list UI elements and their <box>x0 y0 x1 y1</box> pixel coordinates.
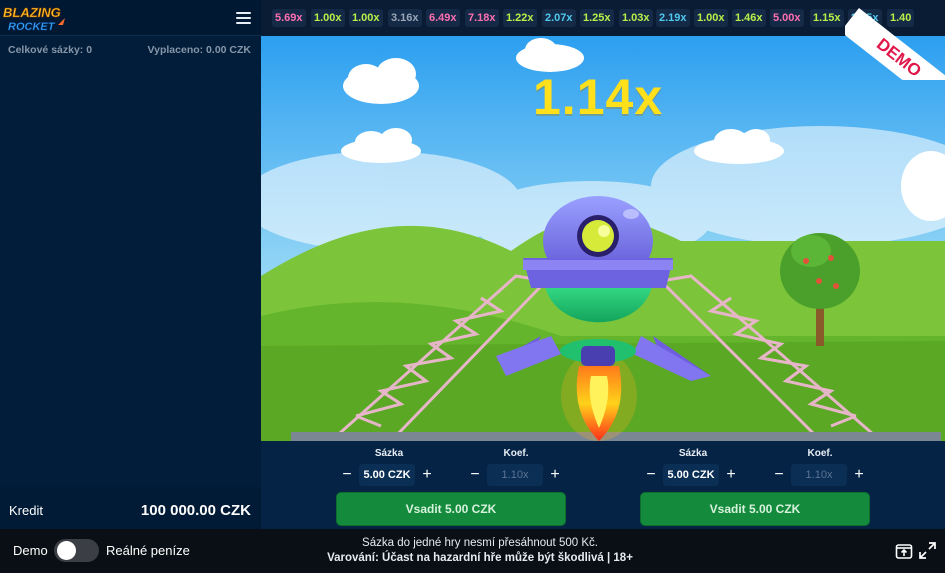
game-app: BLAZING ROCKET Celkové sázky: 0 Vyplacen… <box>0 0 945 573</box>
bottom-bar: Demo Reálné peníze Sázka do jedné hry ne… <box>0 529 945 573</box>
hamburger-menu-icon <box>233 12 253 24</box>
coef-label: Koef. <box>503 448 529 459</box>
game-canvas: 1.14x <box>261 36 945 441</box>
history-multiplier-chip: 1.15x <box>810 9 844 27</box>
decrease-coef-button[interactable]: − <box>465 464 485 486</box>
amount-label: Sázka <box>374 448 404 459</box>
bet-box-1: Sázka − 5.00 CZK + Koef. − 1.10x + Vsadi… <box>261 441 566 529</box>
blazing-rocket-logo: BLAZING ROCKET <box>3 5 65 33</box>
history-multiplier-chip: 1.00x <box>694 9 728 27</box>
place-bet-button[interactable]: Vsadit 5.00 CZK <box>336 492 566 526</box>
history-multiplier-chip: 3.16x <box>388 9 422 27</box>
decrease-coef-button[interactable]: − <box>769 464 789 486</box>
rules-book-icon <box>895 544 913 559</box>
bet-limit-notice: Sázka do jedné hry nesmí přesáhnout 500 … <box>362 537 598 549</box>
history-multiplier-chip: 7.18x <box>465 9 499 27</box>
history-multiplier-chip: 1.25x <box>580 9 614 27</box>
history-multiplier-chip: 1.22x <box>503 9 537 27</box>
real-money-label: Reálné peníze <box>106 543 190 558</box>
history-multiplier-chip: 1.03x <box>619 9 653 27</box>
place-bet-button[interactable]: Vsadit 5.00 CZK <box>640 492 870 526</box>
amount-stepper: − 5.00 CZK + <box>337 464 441 486</box>
credit-bar: Kredit 100 000.00 CZK <box>0 487 261 529</box>
svg-text:ROCKET: ROCKET <box>8 21 56 33</box>
history-multiplier-chip: 6.49x <box>426 9 460 27</box>
toggle-knob <box>57 541 76 560</box>
gambling-warning: Varování: Účast na hazardní hře může být… <box>327 552 633 564</box>
logo-bar: BLAZING ROCKET <box>0 0 261 36</box>
history-multiplier-chip: 1.00x <box>349 9 383 27</box>
amount-value[interactable]: 5.00 CZK <box>359 464 415 486</box>
coef-stepper: − 1.10x + <box>465 464 569 486</box>
amount-stepper: − 5.00 CZK + <box>641 464 745 486</box>
history-multiplier-chip: 5.00x <box>770 9 804 27</box>
paid-out-text: Vyplaceno: 0.00 CZK <box>147 44 251 56</box>
increase-coef-button[interactable]: + <box>849 464 869 486</box>
coef-value[interactable]: 1.10x <box>487 464 543 486</box>
fullscreen-button[interactable] <box>919 542 936 559</box>
bet-stats: Celkové sázky: 0 Vyplaceno: 0.00 CZK <box>0 36 261 62</box>
credit-value: 100 000.00 CZK <box>140 502 251 519</box>
history-multiplier-chip: 2.07x <box>542 9 576 27</box>
menu-button[interactable] <box>233 9 253 27</box>
increase-amount-button[interactable]: + <box>417 464 437 486</box>
coef-stepper: − 1.10x + <box>769 464 873 486</box>
multiplier-history: 5.69x 1.00x 1.00x 3.16x 6.49x 7.18x 1.22x 2.07x… <box>261 0 945 36</box>
demo-real-toggle[interactable] <box>54 539 99 562</box>
demo-mode-label: Demo <box>13 543 48 558</box>
demo-ribbon: DEMO <box>845 0 945 80</box>
bet-box-2: Sázka − 5.00 CZK + Koef. − 1.10x + Vsadi… <box>565 441 870 529</box>
amount-label: Sázka <box>678 448 708 459</box>
svg-text:BLAZING: BLAZING <box>3 5 61 20</box>
total-bets-text: Celkové sázky: 0 <box>8 44 93 56</box>
current-multiplier: 1.14x <box>533 69 664 125</box>
demo-ribbon-text: DEMO <box>872 34 925 80</box>
fullscreen-expand-icon <box>919 542 936 559</box>
credit-label: Kredit <box>9 503 43 518</box>
history-multiplier-chip: 1.00x <box>311 9 345 27</box>
responsible-gaming-notice: Sázka do jedné hry nesmí přesáhnout 500 … <box>310 536 650 566</box>
left-panel: BLAZING ROCKET Celkové sázky: 0 Vyplacen… <box>0 0 261 529</box>
rules-button[interactable] <box>895 542 913 560</box>
history-multiplier-chip: 5.69x <box>272 9 306 27</box>
increase-coef-button[interactable]: + <box>545 464 565 486</box>
coef-value[interactable]: 1.10x <box>791 464 847 486</box>
decrease-amount-button[interactable]: − <box>337 464 357 486</box>
bet-panel: Sázka − 5.00 CZK + Koef. − 1.10x + Vsadi… <box>261 441 945 529</box>
amount-value[interactable]: 5.00 CZK <box>663 464 719 486</box>
decrease-amount-button[interactable]: − <box>641 464 661 486</box>
coef-label: Koef. <box>807 448 833 459</box>
history-multiplier-chip: 1.46x <box>732 9 766 27</box>
increase-amount-button[interactable]: + <box>721 464 741 486</box>
history-multiplier-chip: 2.19x <box>656 9 690 27</box>
